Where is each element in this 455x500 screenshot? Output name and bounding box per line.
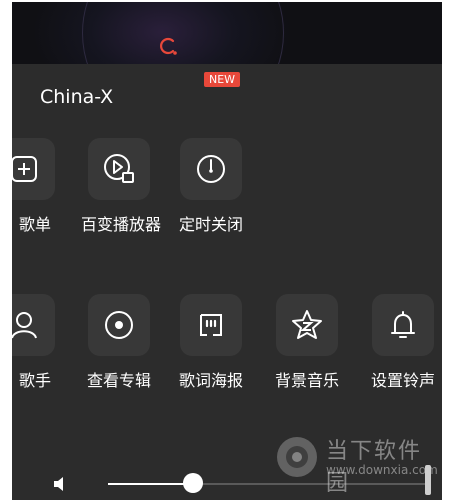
- menu-item-add-playlist[interactable]: 歌单: [12, 138, 62, 235]
- volume-icon[interactable]: [52, 476, 68, 492]
- tile[interactable]: [180, 294, 242, 356]
- menu-item-label: 歌词海报: [178, 371, 243, 390]
- add-playlist-icon: [12, 156, 37, 182]
- watermark: 当下软件园 www.downxia.com: [270, 432, 440, 496]
- panel-title: China-X: [40, 86, 114, 108]
- menu-item-label: 查看专辑: [86, 371, 151, 390]
- background-music-icon: [292, 310, 322, 339]
- tile[interactable]: [12, 138, 55, 200]
- player-skin-icon: [104, 154, 134, 183]
- screen: China-X 歌单 百变播放器 定时关闭 NEW 歌手 查看专辑 歌词海报 背…: [0, 0, 455, 500]
- tile[interactable]: [88, 138, 150, 200]
- tile[interactable]: [276, 294, 338, 356]
- menu-item-timer[interactable]: 定时关闭: [173, 138, 249, 235]
- menu-item-label: 百变播放器: [81, 215, 162, 234]
- menu-item-set-ringtone[interactable]: 设置铃声: [365, 294, 441, 391]
- now-playing-background: [12, 2, 442, 134]
- tile[interactable]: [180, 138, 242, 200]
- album-icon: [105, 311, 133, 339]
- new-badge: NEW: [204, 72, 241, 87]
- tile[interactable]: [88, 294, 150, 356]
- tile[interactable]: [12, 294, 55, 356]
- menu-item-background-music[interactable]: 背景音乐: [269, 294, 345, 391]
- tile[interactable]: [372, 294, 434, 356]
- menu-item-label: 歌单: [18, 215, 51, 234]
- app-screenshot: China-X 歌单 百变播放器 定时关闭 NEW 歌手 查看专辑 歌词海报 背…: [12, 2, 442, 500]
- volume-slider-knob[interactable]: [183, 473, 203, 493]
- ringtone-bell-icon: [391, 311, 415, 338]
- lyrics-poster-icon: [200, 314, 222, 336]
- menu-item-lyrics-poster[interactable]: 歌词海报: [173, 294, 249, 391]
- menu-item-label: 定时关闭: [178, 215, 243, 234]
- menu-item-singer[interactable]: 歌手: [12, 294, 62, 391]
- menu-item-label: 背景音乐: [274, 371, 339, 390]
- menu-item-player-skin[interactable]: 百变播放器: [81, 138, 162, 235]
- menu-item-view-album[interactable]: 查看专辑: [81, 294, 157, 391]
- watermark-url: www.downxia.com: [326, 463, 438, 477]
- menu-item-label: 设置铃声: [370, 371, 435, 390]
- downxia-logo-icon: [277, 437, 317, 477]
- menu-item-label: 歌手: [18, 371, 51, 390]
- timer-icon: [197, 155, 225, 183]
- loading-glyph-icon: [160, 37, 177, 55]
- singer-icon: [12, 312, 37, 339]
